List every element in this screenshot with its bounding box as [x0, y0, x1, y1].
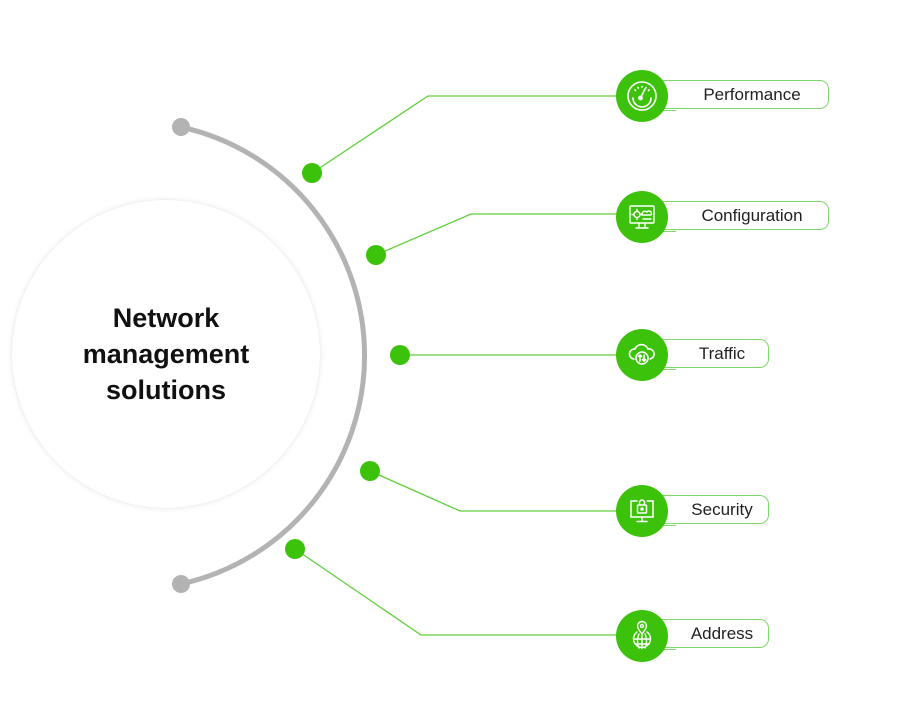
node-security — [360, 461, 380, 481]
center-title-line: management — [82, 339, 250, 369]
connector-performance — [311, 95, 620, 174]
globe-pin-icon — [616, 610, 668, 662]
connector-configuration — [375, 213, 620, 256]
item-security[interactable]: Security — [646, 494, 769, 526]
arc-end-top — [172, 118, 190, 136]
center-hub: Network management solutions — [12, 200, 320, 508]
node-configuration — [366, 245, 386, 265]
item-label: Traffic — [698, 343, 746, 363]
item-label: Performance — [703, 84, 801, 104]
center-title-line: Network — [112, 303, 220, 333]
item-performance[interactable]: Performance — [646, 79, 829, 111]
item-label: Address — [690, 623, 754, 643]
node-performance — [302, 163, 322, 183]
item-configuration[interactable]: Configuration — [646, 200, 829, 232]
item-address[interactable]: Address — [646, 618, 769, 650]
connector-security — [369, 470, 620, 512]
center-title-line: solutions — [106, 375, 226, 405]
cloud-transfer-icon — [616, 329, 668, 381]
monitor-lock-icon — [616, 485, 668, 537]
node-address — [285, 539, 305, 559]
node-traffic — [390, 345, 410, 365]
speedometer-icon — [616, 70, 668, 122]
connector-address — [294, 548, 620, 636]
monitor-gear-cloud-icon — [616, 191, 668, 243]
item-label: Security — [691, 499, 753, 519]
center-title: Network management solutions — [56, 300, 276, 408]
item-traffic[interactable]: Traffic — [646, 338, 769, 370]
arc-end-bottom — [172, 575, 190, 593]
item-label: Configuration — [701, 205, 803, 225]
